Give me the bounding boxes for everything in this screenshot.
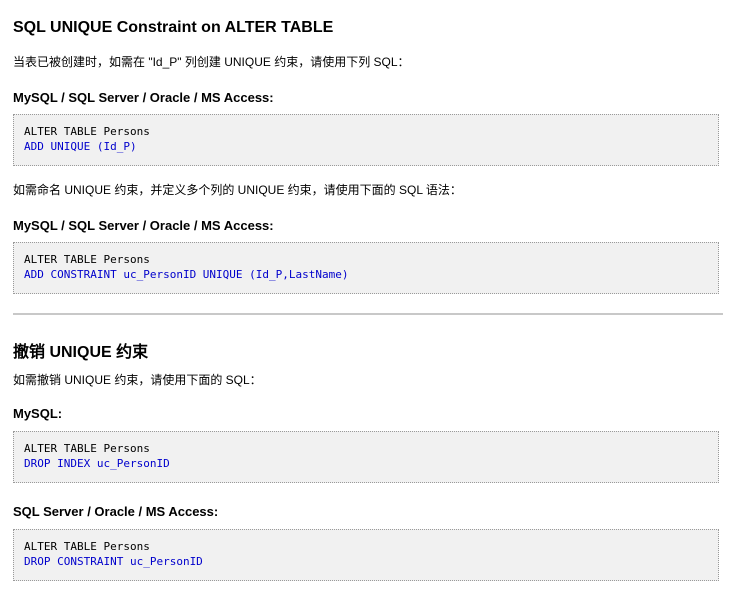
db-heading-1: MySQL / SQL Server / Oracle / MS Access: — [13, 90, 274, 105]
section-title-drop-unique: 撤销 UNIQUE 约束 — [13, 344, 149, 361]
drop-intro-paragraph: 如需撤销 UNIQUE 约束，请使用下面的 SQL： — [13, 373, 262, 387]
code-block-add-unique: ALTER TABLE Persons ADD UNIQUE (Id_P) — [13, 114, 719, 166]
code-block-drop-index: ALTER TABLE Persons DROP INDEX uc_Person… — [13, 431, 719, 483]
section-divider — [13, 313, 723, 315]
code-line: DROP INDEX uc_PersonID — [24, 457, 170, 470]
section-title-alter-table: SQL UNIQUE Constraint on ALTER TABLE — [13, 19, 334, 36]
code-line: ADD CONSTRAINT uc_PersonID UNIQUE (Id_P,… — [24, 268, 349, 281]
db-heading-other: SQL Server / Oracle / MS Access: — [13, 504, 219, 519]
code-block-add-constraint: ALTER TABLE Persons ADD CONSTRAINT uc_Pe… — [13, 242, 719, 294]
db-heading-mysql: MySQL: — [13, 406, 63, 421]
code-line: ALTER TABLE Persons — [24, 125, 150, 138]
db-heading-2: MySQL / SQL Server / Oracle / MS Access: — [13, 218, 274, 233]
code-line: DROP CONSTRAINT uc_PersonID — [24, 555, 203, 568]
code-line: ADD UNIQUE (Id_P) — [24, 140, 137, 153]
code-line: ALTER TABLE Persons — [24, 442, 150, 455]
code-line: ALTER TABLE Persons — [24, 253, 150, 266]
code-block-drop-constraint: ALTER TABLE Persons DROP CONSTRAINT uc_P… — [13, 529, 719, 581]
named-constraint-paragraph: 如需命名 UNIQUE 约束，并定义多个列的 UNIQUE 约束，请使用下面的 … — [13, 183, 462, 197]
intro-paragraph: 当表已被创建时，如需在 "Id_P" 列创建 UNIQUE 约束，请使用下列 S… — [13, 55, 410, 69]
code-line: ALTER TABLE Persons — [24, 540, 150, 553]
